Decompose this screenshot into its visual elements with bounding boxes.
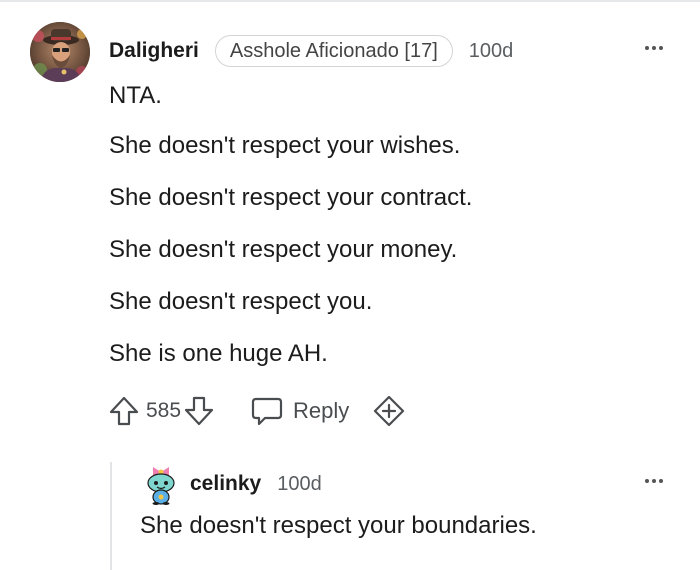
top-divider	[0, 0, 700, 2]
reply-username[interactable]: celinky	[190, 472, 261, 496]
reply-header: celinky 100d	[190, 470, 322, 498]
speech-bubble-icon	[251, 397, 283, 426]
more-options-icon-dot	[652, 46, 656, 50]
snoo-avatar-icon	[147, 467, 175, 505]
vote-count: 585	[146, 399, 182, 422]
more-options-icon-dot	[659, 46, 663, 50]
more-options-icon-dot	[659, 479, 663, 483]
more-options-icon	[645, 46, 649, 50]
upvote-arrow-icon	[109, 396, 139, 426]
comment-timestamp: 100d	[468, 39, 514, 62]
comment-more-options-button[interactable]	[640, 38, 668, 58]
comment-paragraph: She doesn't respect you.	[109, 288, 373, 315]
award-button[interactable]	[373, 395, 405, 427]
reply-button[interactable]: Reply	[251, 396, 349, 426]
comment-body: NTA. She doesn't respect your wishes. Sh…	[109, 80, 669, 390]
comment-username[interactable]: Daligheri	[109, 39, 199, 63]
comment-action-bar: 585 Reply	[108, 393, 405, 429]
reply-more-options-button[interactable]	[640, 471, 668, 491]
thread-line[interactable]	[110, 462, 112, 570]
more-options-icon	[645, 479, 649, 483]
downvote-button[interactable]	[183, 395, 215, 427]
more-options-icon-dot	[652, 479, 656, 483]
reply-timestamp: 100d	[277, 472, 322, 495]
reply-avatar[interactable]	[141, 463, 181, 505]
user-avatar[interactable]	[30, 22, 90, 82]
downvote-arrow-icon	[184, 396, 214, 426]
comment-paragraph: She doesn't respect your wishes.	[109, 132, 461, 159]
comment-paragraph: NTA.	[109, 82, 162, 109]
user-flair: Asshole Aficionado [17]	[214, 35, 453, 67]
comment-header: Daligheri Asshole Aficionado [17] 100d	[109, 34, 513, 68]
reply-label: Reply	[293, 398, 350, 423]
comment-paragraph: She doesn't respect your contract.	[109, 184, 473, 211]
upvote-button[interactable]	[108, 395, 140, 427]
user-avatar-icon	[30, 22, 90, 82]
award-plus-icon	[374, 395, 405, 427]
comment-paragraph: She is one huge AH.	[109, 340, 328, 367]
comment-paragraph: She doesn't respect your money.	[109, 236, 458, 263]
reply-body: She doesn't respect your boundaries.	[140, 512, 537, 539]
